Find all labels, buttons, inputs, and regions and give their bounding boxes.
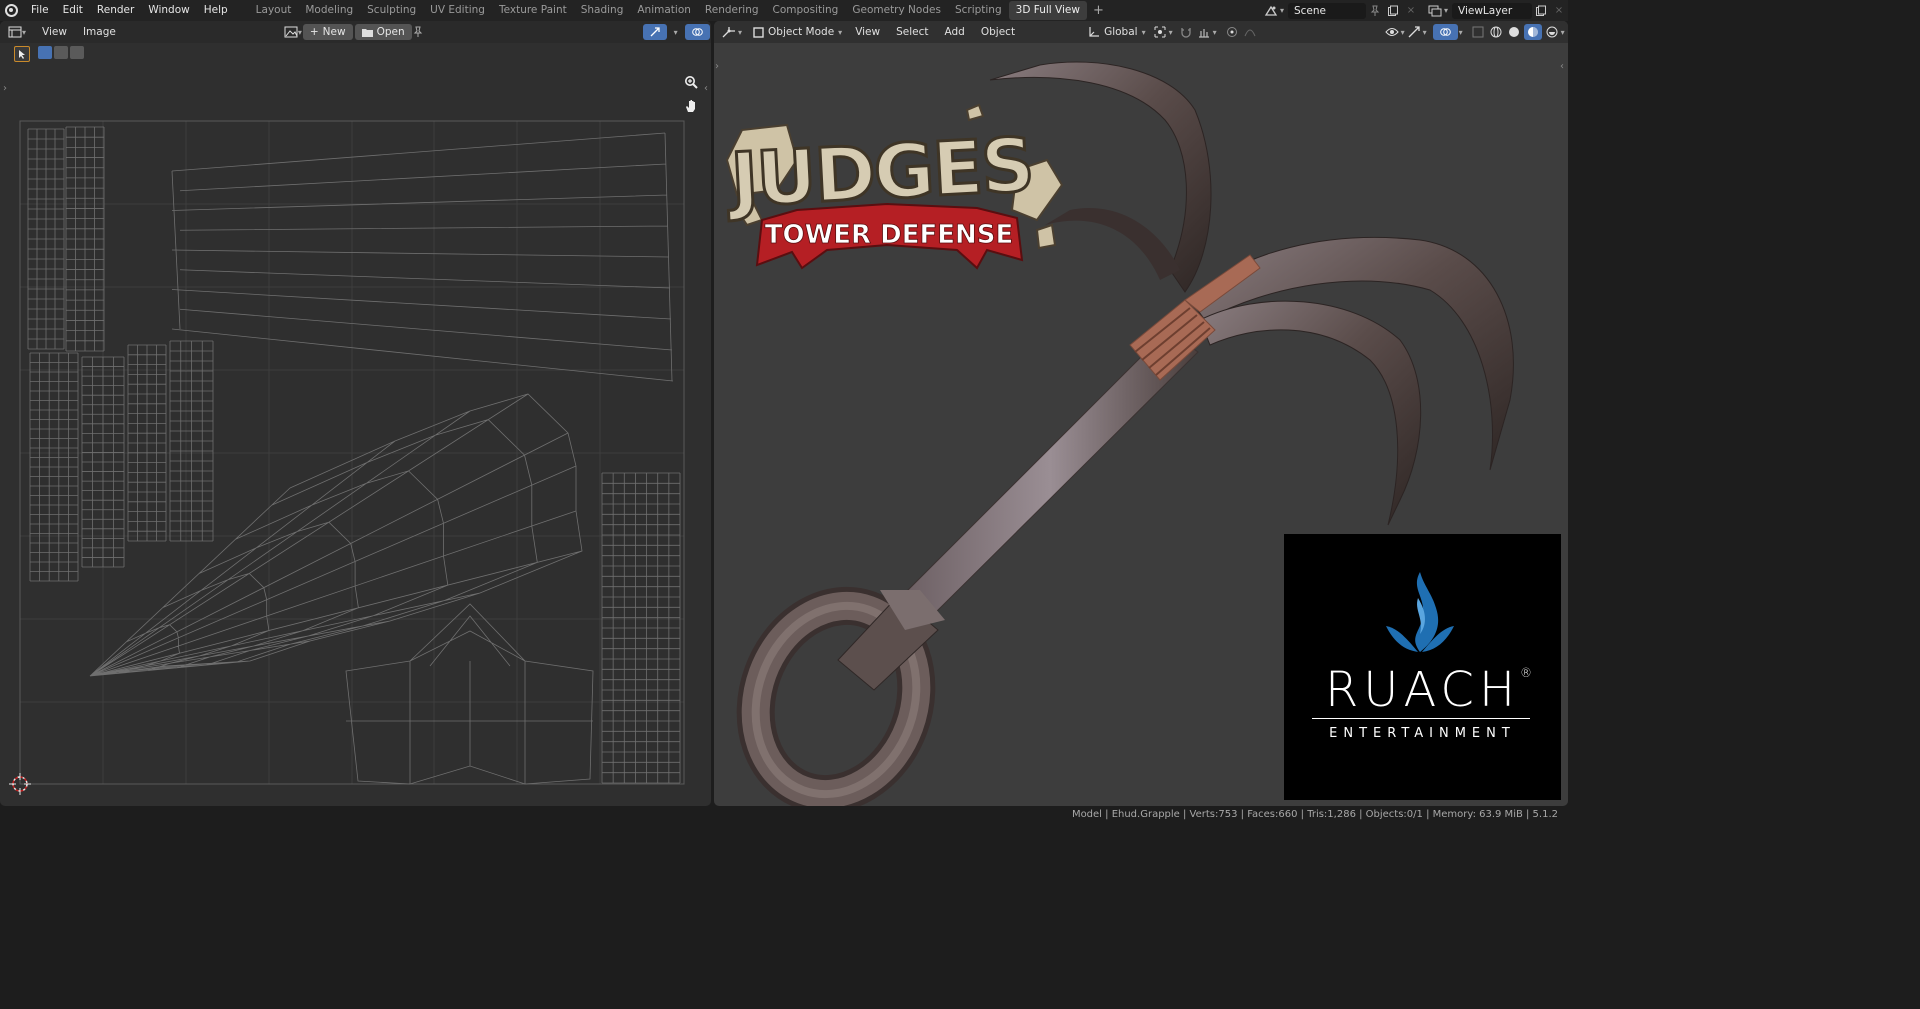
menu-edit[interactable]: Edit bbox=[56, 0, 90, 21]
uv-island bbox=[345, 603, 594, 785]
hook-shaft bbox=[837, 329, 1199, 691]
chevron-down-icon[interactable]: ▾ bbox=[1444, 6, 1448, 15]
uv-island bbox=[65, 126, 105, 352]
chevron-down-icon[interactable]: ▾ bbox=[1280, 6, 1284, 15]
menu-render[interactable]: Render bbox=[90, 0, 141, 21]
uv-island bbox=[127, 344, 167, 542]
uv-island bbox=[601, 472, 681, 784]
scene-name-field[interactable]: Scene bbox=[1287, 2, 1366, 19]
delete-view-layer-icon[interactable]: × bbox=[1550, 3, 1568, 19]
judges-tower-defense-logo: JUDGES TOWER DEFENSE bbox=[717, 100, 1067, 275]
top-bar: File Edit Render Window Help Layout Mode… bbox=[0, 0, 1568, 21]
delete-scene-icon[interactable]: × bbox=[1402, 3, 1420, 19]
company-name: RUACH bbox=[1324, 662, 1521, 718]
3d-viewport[interactable]: ▾ Object Mode ▾ View Select Add Object G… bbox=[714, 21, 1568, 806]
new-scene-icon[interactable] bbox=[1384, 3, 1402, 19]
registered-mark: ® bbox=[1520, 666, 1538, 680]
view-layer-field[interactable]: ViewLayer bbox=[1452, 2, 1532, 19]
ruach-wordmark: RUACH ® bbox=[1284, 662, 1561, 718]
menu-help[interactable]: Help bbox=[197, 0, 235, 21]
status-bar: Model | Ehud.Grapple | Verts:753 | Faces… bbox=[0, 806, 1568, 824]
uv-layout-canvas[interactable] bbox=[0, 21, 711, 806]
uv-island bbox=[89, 393, 583, 677]
tab-animation[interactable]: Animation bbox=[630, 1, 698, 20]
blender-logo-icon[interactable] bbox=[5, 4, 18, 17]
tab-texture-paint[interactable]: Texture Paint bbox=[492, 1, 574, 20]
tab-geometry-nodes[interactable]: Geometry Nodes bbox=[845, 1, 948, 20]
add-workspace-button[interactable]: + bbox=[1087, 3, 1110, 18]
flame-icon bbox=[1386, 572, 1454, 652]
tab-layout[interactable]: Layout bbox=[249, 1, 299, 20]
workspace-tabs: Layout Modeling Sculpting UV Editing Tex… bbox=[249, 0, 1110, 21]
uv-island bbox=[29, 352, 79, 582]
uv-island bbox=[171, 132, 674, 382]
status-text: Model | Ehud.Grapple | Verts:753 | Faces… bbox=[1071, 809, 1558, 820]
company-tagline: ENTERTAINMENT bbox=[1329, 726, 1516, 741]
tab-modeling[interactable]: Modeling bbox=[298, 1, 360, 20]
logo-banner: TOWER DEFENSE bbox=[765, 220, 1013, 250]
tab-uv-editing[interactable]: UV Editing bbox=[423, 1, 492, 20]
menu-file[interactable]: File bbox=[24, 0, 56, 21]
tab-sculpting[interactable]: Sculpting bbox=[360, 1, 423, 20]
uv-editor[interactable]: ▾ View Image ▾ +New Open ▾ ▾ › ‹ bbox=[0, 21, 711, 806]
tab-shading[interactable]: Shading bbox=[574, 1, 631, 20]
tab-3d-full-view[interactable]: 3D Full View bbox=[1008, 1, 1087, 20]
menu-window[interactable]: Window bbox=[141, 0, 196, 21]
uv-island bbox=[169, 340, 214, 542]
ruach-entertainment-logo: RUACH ® ENTERTAINMENT bbox=[1284, 534, 1561, 800]
scene-icon[interactable] bbox=[1262, 3, 1280, 19]
main-menu: File Edit Render Window Help bbox=[24, 0, 235, 21]
new-view-layer-icon[interactable] bbox=[1532, 3, 1550, 19]
tab-compositing[interactable]: Compositing bbox=[766, 1, 846, 20]
scene-controls: ▾ Scene × ▾ ViewLayer × bbox=[1262, 0, 1568, 21]
tab-scripting[interactable]: Scripting bbox=[948, 1, 1009, 20]
uv-island bbox=[27, 128, 65, 350]
tab-rendering[interactable]: Rendering bbox=[698, 1, 766, 20]
logo-divider bbox=[1312, 718, 1530, 719]
view-layer-icon[interactable] bbox=[1426, 3, 1444, 19]
pin-icon[interactable] bbox=[1366, 3, 1384, 19]
